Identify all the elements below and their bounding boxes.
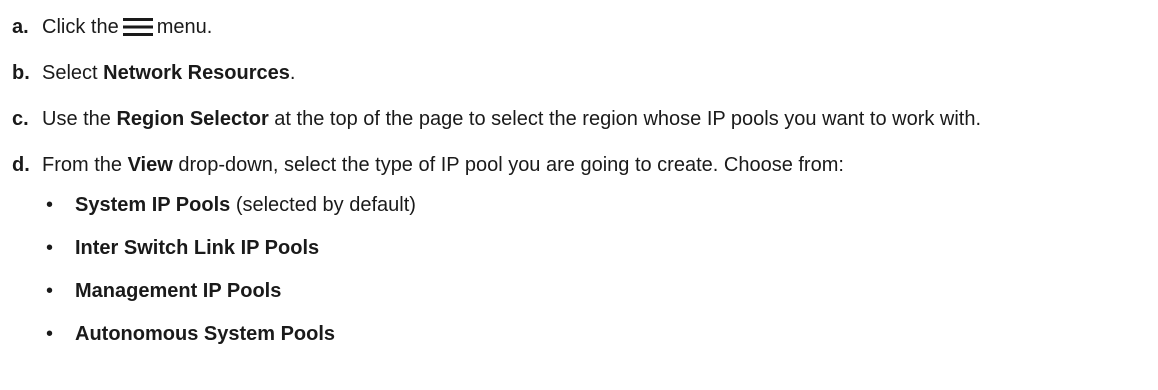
pool-type-name: System IP Pools bbox=[75, 194, 231, 216]
bullet: • bbox=[46, 194, 54, 216]
step-text: From the View drop-down, select the type… bbox=[42, 154, 844, 176]
network-resources-label: Network Resources bbox=[103, 62, 290, 84]
step-text: Use the Region Selector at the top of th… bbox=[42, 108, 982, 130]
pool-type-name: Autonomous System Pools bbox=[75, 323, 336, 345]
bullet: • bbox=[46, 280, 54, 302]
hamburger-menu-icon bbox=[122, 18, 153, 36]
list-item: • Inter Switch Link IP Pools bbox=[42, 235, 1138, 261]
pool-type-list: • System IP Pools (selected by default) … bbox=[42, 192, 1138, 347]
step-b: b. Select Network Resources. bbox=[12, 60, 1138, 86]
step-letter: d. bbox=[12, 154, 30, 176]
step-text: Select Network Resources. bbox=[42, 62, 296, 84]
list-item: • Management IP Pools bbox=[42, 278, 1138, 304]
step-text: Click the menu. bbox=[42, 16, 213, 38]
list-item: • Autonomous System Pools bbox=[42, 321, 1138, 347]
step-letter: a. bbox=[12, 16, 29, 38]
step-letter: c. bbox=[12, 108, 29, 130]
step-letter: b. bbox=[12, 62, 30, 84]
pool-type-name: Inter Switch Link IP Pools bbox=[75, 237, 320, 259]
step-d: d. From the View drop-down, select the t… bbox=[12, 152, 1138, 178]
view-label: View bbox=[127, 154, 173, 176]
step-a: a. Click the menu. bbox=[12, 14, 1138, 40]
step-c: c. Use the Region Selector at the top of… bbox=[12, 106, 1138, 132]
region-selector-label: Region Selector bbox=[116, 108, 269, 130]
list-item: • System IP Pools (selected by default) bbox=[42, 192, 1138, 218]
pool-type-name: Management IP Pools bbox=[75, 280, 282, 302]
pool-type-note: (selected by default) bbox=[230, 194, 416, 216]
bullet: • bbox=[46, 237, 54, 259]
bullet: • bbox=[46, 323, 54, 345]
instructions: a. Click the menu. b. Select Network Reso… bbox=[0, 0, 1158, 390]
